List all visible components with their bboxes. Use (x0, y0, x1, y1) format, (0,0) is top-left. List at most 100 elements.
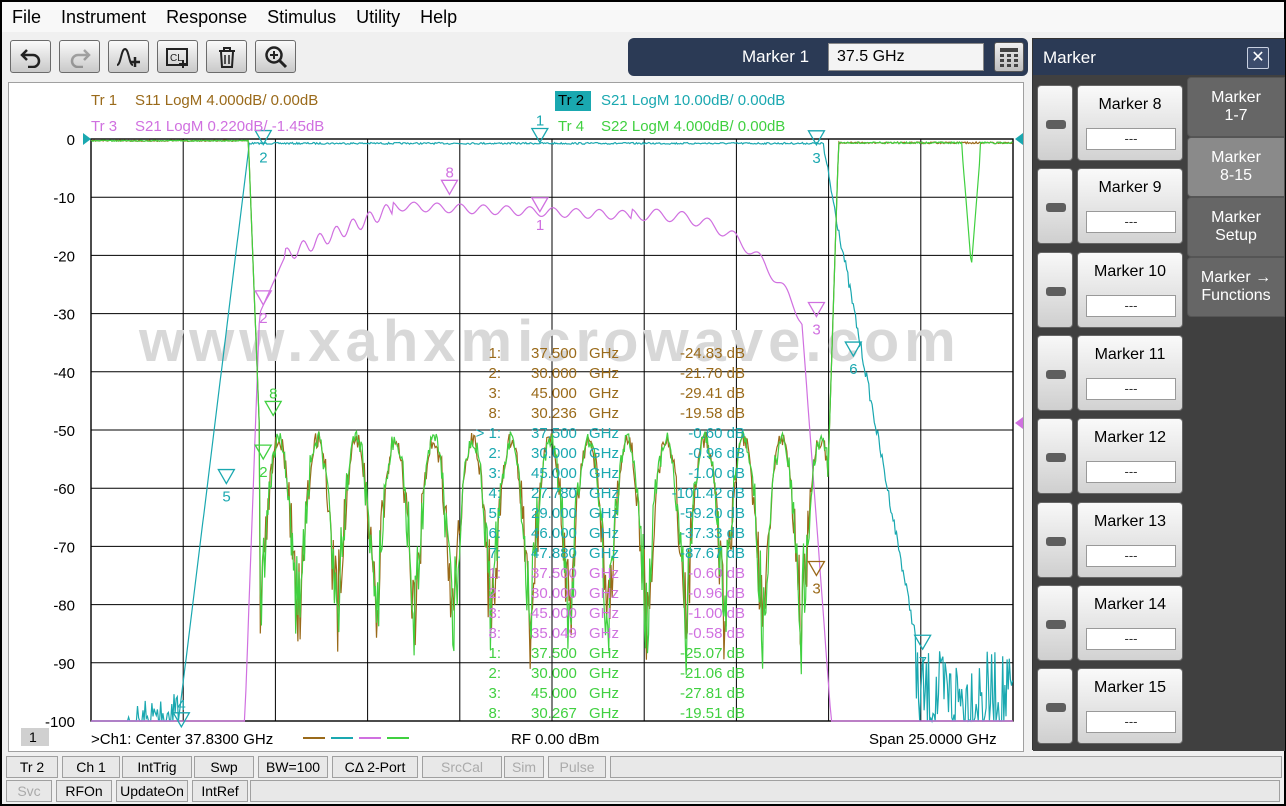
marker-toggle[interactable] (1037, 668, 1073, 745)
marker-value-field[interactable]: --- (1086, 461, 1176, 484)
marker-value-field[interactable]: --- (1086, 377, 1176, 400)
status-pulse[interactable]: Pulse (548, 756, 606, 778)
menu-response[interactable]: Response (166, 7, 247, 28)
status-bw-100[interactable]: BW=100 (258, 756, 328, 778)
marker-toggle[interactable] (1037, 418, 1073, 495)
marker-table-index: 1: (488, 565, 501, 582)
marker-triangle[interactable] (254, 444, 273, 461)
center-frequency[interactable]: >Ch1: Center 37.8300 GHz (91, 731, 273, 748)
marker-table-index: 5: (488, 505, 501, 522)
marker-triangle[interactable] (807, 560, 826, 577)
y-tick-label: -100 (45, 714, 75, 731)
marker-triangle[interactable] (172, 712, 191, 729)
status-rfon[interactable]: RFOn (56, 780, 112, 802)
menu-instrument[interactable]: Instrument (61, 7, 146, 28)
marker-table-index: 8: (488, 405, 501, 422)
marker-toggle[interactable] (1037, 501, 1073, 578)
marker-table-unit: GHz (589, 625, 619, 642)
marker-tab[interactable]: Marker → Functions (1187, 257, 1285, 317)
marker-toggle[interactable] (1037, 251, 1073, 328)
marker-button[interactable]: Marker 15 --- (1077, 668, 1183, 745)
marker-button[interactable]: Marker 12 --- (1077, 418, 1183, 495)
marker-button[interactable]: Marker 10 --- (1077, 251, 1183, 328)
reference-level-marker[interactable] (83, 133, 91, 145)
marker-table-frequency: 30.000 (531, 585, 577, 602)
marker-button[interactable]: Marker 13 --- (1077, 501, 1183, 578)
trace-2-label[interactable]: Tr 2 (558, 92, 584, 109)
marker-number: 3 (812, 322, 820, 339)
fit-screen-button[interactable]: CL (157, 40, 198, 73)
zoom-icon (264, 45, 287, 68)
marker-button[interactable]: Marker 9 --- (1077, 168, 1183, 245)
marker-value-field[interactable]: --- (1086, 211, 1176, 234)
marker-triangle[interactable] (264, 400, 283, 417)
undo-button[interactable] (10, 40, 51, 73)
marker-tab-sublabel: 8-15 (1219, 167, 1253, 184)
add-marker-button[interactable] (108, 40, 149, 73)
trace-1-label[interactable]: Tr 1 (91, 92, 117, 109)
marker-table-index: 3: (488, 465, 501, 482)
menu-utility[interactable]: Utility (356, 7, 400, 28)
span-frequency[interactable]: Span 25.0000 GHz (869, 731, 997, 748)
y-axis-labels: 0 -10 -20 -30 -40 -50 -60 -70 -80 -90 -100 (45, 132, 75, 731)
marker-button[interactable]: Marker 11 --- (1077, 334, 1183, 411)
marker-state-led (1046, 453, 1066, 463)
status-c-2-port[interactable]: CΔ 2-Port (332, 756, 418, 778)
trace-4-label[interactable]: Tr 4 (558, 118, 584, 135)
status-svc[interactable]: Svc (6, 780, 52, 802)
marker-toggle[interactable] (1037, 168, 1073, 245)
marker-triangle[interactable] (530, 127, 549, 144)
marker-toggle[interactable] (1037, 584, 1073, 661)
trace-3-desc: S21 LogM 0.220dB/ -1.45dB (135, 118, 324, 135)
marker-toggle[interactable] (1037, 334, 1073, 411)
menu-stimulus[interactable]: Stimulus (267, 7, 336, 28)
marker-table-frequency: 37.500 (531, 565, 577, 582)
reference-level-marker[interactable] (1015, 417, 1023, 430)
marker-table-value: -1.00 dB (688, 465, 745, 482)
marker-tab[interactable]: Marker Setup (1187, 197, 1285, 257)
rf-power[interactable]: RF 0.00 dBm (511, 731, 599, 748)
status-sim[interactable]: Sim (504, 756, 544, 778)
marker-name: Marker 14 (1093, 595, 1167, 613)
measurement-chart[interactable]: www.xahxmicrowave.com 0 -10 -20 -30 -40 -50 -6… (8, 82, 1024, 752)
marker-button[interactable]: Marker 14 --- (1077, 584, 1183, 661)
marker-tab-label: Marker (1211, 89, 1261, 106)
menu-help[interactable]: Help (420, 7, 457, 28)
marker-value-field[interactable]: --- (1086, 294, 1176, 317)
menu-file[interactable]: File (12, 7, 41, 28)
marker-value-field[interactable]: --- (1086, 128, 1176, 150)
status-srccal[interactable]: SrcCal (422, 756, 502, 778)
marker-table-value: -25.07 dB (680, 645, 745, 662)
keypad-button[interactable] (994, 42, 1024, 72)
menu-bar: File Instrument Response Stimulus Utilit… (2, 2, 1284, 32)
marker-tab[interactable]: Marker 8-15 (1187, 137, 1285, 197)
status-intref[interactable]: IntRef (192, 780, 248, 802)
marker-triangle[interactable] (913, 634, 932, 651)
marker-frequency-input[interactable]: 37.5 GHz (828, 43, 984, 71)
marker-table-frequency: 45.000 (531, 465, 577, 482)
marker-value-field[interactable]: --- (1086, 544, 1176, 567)
marker-table-unit: GHz (589, 645, 619, 662)
close-panel-button[interactable]: ✕ (1247, 47, 1269, 69)
marker-value-field[interactable]: --- (1086, 627, 1176, 650)
marker-value-field[interactable]: --- (1086, 711, 1176, 734)
status-inttrig[interactable]: IntTrig (122, 756, 192, 778)
delete-button[interactable] (206, 40, 247, 73)
marker-table-value: -0.60 dB (688, 565, 745, 582)
trace-2-desc: S21 LogM 10.00dB/ 0.00dB (601, 92, 785, 109)
status-swp[interactable]: Swp (194, 756, 254, 778)
reference-level-marker[interactable] (1015, 133, 1023, 145)
status-updateon[interactable]: UpdateOn (116, 780, 188, 802)
marker-row: Marker 9 --- (1037, 168, 1185, 246)
status-ch-1[interactable]: Ch 1 (62, 756, 120, 778)
marker-tab[interactable]: Marker 1-7 (1187, 77, 1285, 137)
redo-button[interactable] (59, 40, 100, 73)
trace-3-label[interactable]: Tr 3 (91, 118, 117, 135)
status-tr-2[interactable]: Tr 2 (6, 756, 58, 778)
marker-button[interactable]: Marker 8 --- (1077, 85, 1183, 161)
marker-table-frequency: 29.000 (531, 505, 577, 522)
zoom-button[interactable] (255, 40, 296, 73)
marker-toggle[interactable] (1037, 85, 1073, 161)
marker-triangle[interactable] (217, 468, 236, 485)
marker-triangle[interactable] (440, 179, 459, 196)
